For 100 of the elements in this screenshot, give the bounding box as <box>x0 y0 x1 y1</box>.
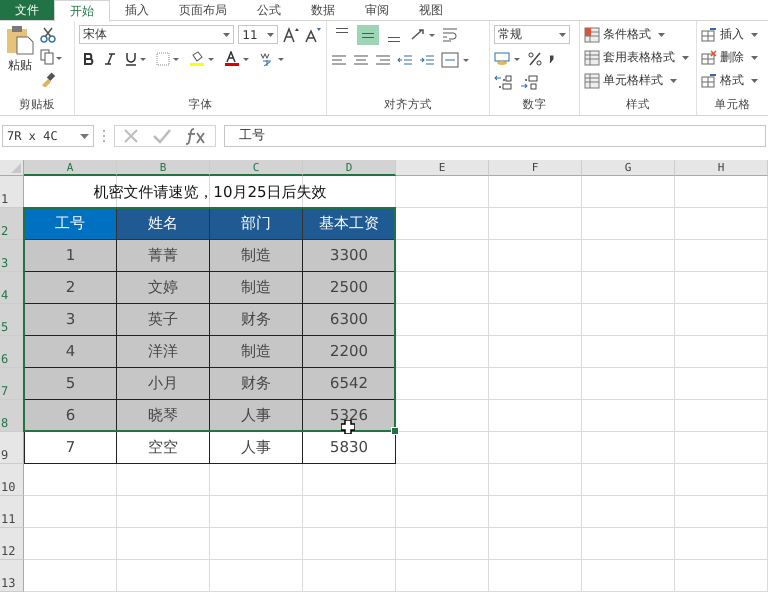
phonetic-icon[interactable] <box>259 51 285 67</box>
table-cell: 制造 <box>210 336 303 368</box>
header-cell: 姓名 <box>117 208 210 240</box>
column-header[interactable]: G <box>582 160 675 176</box>
style-button[interactable]: 单元格样式 <box>584 71 692 90</box>
scissors-icon[interactable] <box>40 27 56 43</box>
format-painter-icon[interactable] <box>40 71 56 87</box>
style-button[interactable]: 套用表格格式 <box>584 48 692 67</box>
row-header[interactable]: 3 <box>0 240 24 272</box>
underline-icon[interactable] <box>125 52 147 66</box>
increase-indent-icon[interactable] <box>419 54 435 66</box>
title-cell: 机密文件请速览，10月25日后失效 <box>24 176 396 208</box>
table-cell: 6300 <box>303 304 396 336</box>
table-cell: 洋洋 <box>117 336 210 368</box>
group-label: 对齐方式 <box>383 97 433 113</box>
column-header[interactable]: F <box>489 160 582 176</box>
ribbon-tab[interactable]: 页面布局 <box>164 0 242 20</box>
insert-function-icon[interactable] <box>185 127 207 145</box>
ribbon-tab[interactable]: 公式 <box>242 0 296 20</box>
align-left-icon[interactable] <box>331 54 347 66</box>
cells-button[interactable]: 删除 <box>701 48 764 67</box>
percent-icon[interactable] <box>528 52 542 66</box>
borders-icon[interactable] <box>156 52 180 66</box>
table-cell: 3300 <box>303 240 396 272</box>
file-tab[interactable]: 文件 <box>0 0 54 20</box>
table-cell: 制造 <box>210 240 303 272</box>
ribbon-tab[interactable]: 插入 <box>110 0 164 20</box>
caret-icon <box>267 32 274 36</box>
row-header[interactable]: 4 <box>0 272 24 304</box>
lines-icon <box>388 37 400 42</box>
column-header[interactable]: E <box>396 160 489 176</box>
name-box[interactable]: 7R x 4C <box>2 125 94 147</box>
align-center-icon[interactable] <box>353 54 369 66</box>
italic-icon[interactable] <box>104 52 116 66</box>
table-cell: 6 <box>24 400 117 432</box>
caret-icon <box>670 78 677 82</box>
font-color-icon[interactable] <box>224 51 250 67</box>
copy-icon[interactable] <box>40 49 62 65</box>
align-right-icon[interactable] <box>375 54 391 66</box>
paste-button[interactable]: 粘贴 <box>4 25 36 97</box>
row-header[interactable]: 5 <box>0 304 24 336</box>
column-header[interactable]: H <box>675 160 768 176</box>
row-header[interactable]: 10 <box>0 464 24 496</box>
row-header[interactable]: 11 <box>0 496 24 528</box>
decrease-indent-icon[interactable] <box>397 54 413 66</box>
shrink-font-icon[interactable] <box>304 26 322 42</box>
cells-button[interactable]: 插入 <box>701 25 764 44</box>
group-label: 字体 <box>188 97 214 113</box>
row-header[interactable]: 6 <box>0 336 24 368</box>
table-cell: 空空 <box>117 432 210 464</box>
caret-icon <box>658 32 665 36</box>
grow-font-icon[interactable] <box>282 26 300 42</box>
group-label: 样式 <box>625 97 651 113</box>
row-header[interactable]: 9 <box>0 432 24 464</box>
vertical-align-button[interactable] <box>357 25 379 45</box>
increase-decimal-icon[interactable] <box>494 74 514 90</box>
merge-center-icon[interactable] <box>441 52 471 68</box>
table-cell: 2 <box>24 272 117 304</box>
table-cell: 制造 <box>210 272 303 304</box>
table-style-icon <box>584 26 600 42</box>
bold-icon[interactable] <box>83 52 95 66</box>
number-format-dropdown[interactable]: 常规 <box>494 25 570 44</box>
currency-icon[interactable] <box>494 51 522 67</box>
font-size-dropdown[interactable]: 11 <box>238 25 278 44</box>
table-cell: 7 <box>24 432 117 464</box>
column-header[interactable]: C <box>210 160 303 176</box>
decrease-decimal-icon[interactable] <box>520 74 540 90</box>
table-cell: 晓琴 <box>117 400 210 432</box>
ribbon-tab[interactable]: 数据 <box>296 0 350 20</box>
lines-icon <box>362 32 374 38</box>
column-header[interactable]: D <box>303 160 396 176</box>
table-cell: 小月 <box>117 368 210 400</box>
cells-icon <box>701 50 717 66</box>
cells-icon <box>701 72 717 88</box>
row-header[interactable]: 2 <box>0 208 24 240</box>
row-header[interactable]: 7 <box>0 368 24 400</box>
cells-button[interactable]: 格式 <box>701 71 764 90</box>
caret-icon <box>80 134 89 138</box>
table-style-icon <box>584 50 600 66</box>
comma-icon[interactable] <box>548 54 554 64</box>
font-name-dropdown[interactable]: 宋体 <box>79 25 234 44</box>
row-header[interactable]: 12 <box>0 528 24 560</box>
table-cell: 英子 <box>117 304 210 336</box>
cells-icon <box>701 26 717 42</box>
formula-input[interactable]: 工号 <box>224 125 766 147</box>
row-header[interactable]: 8 <box>0 400 24 432</box>
style-button[interactable]: 条件格式 <box>584 25 692 44</box>
column-header[interactable]: A <box>24 160 117 176</box>
header-cell: 部门 <box>210 208 303 240</box>
ribbon-tab[interactable]: 审阅 <box>350 0 404 20</box>
row-header[interactable]: 13 <box>0 560 24 592</box>
ribbon-tab[interactable]: 开始 <box>54 0 110 22</box>
column-header[interactable]: B <box>117 160 210 176</box>
fill-color-icon[interactable] <box>189 51 215 67</box>
row-header[interactable]: 1 <box>0 176 24 208</box>
ribbon-tab[interactable]: 视图 <box>404 0 458 20</box>
table-cell: 6542 <box>303 368 396 400</box>
clipboard-icon <box>6 25 34 55</box>
table-cell: 3 <box>24 304 117 336</box>
lines-icon <box>336 28 348 33</box>
